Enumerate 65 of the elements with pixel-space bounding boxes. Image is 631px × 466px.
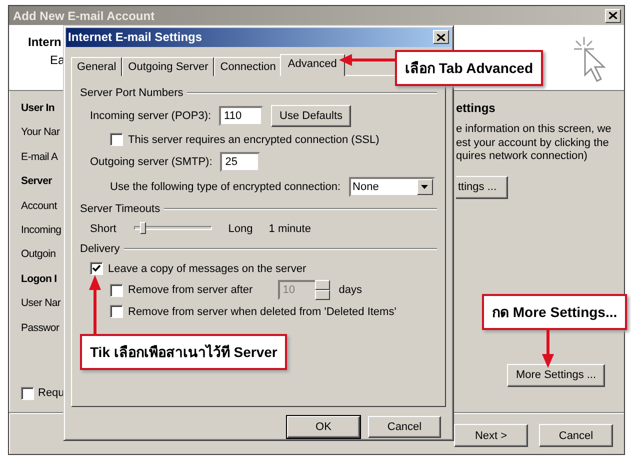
- description-text: quires network connection): [456, 150, 588, 164]
- checkbox-label: This server requires an encrypted connection (SSL): [128, 134, 380, 146]
- annotation-callout: กด More Settings...: [482, 294, 628, 330]
- caret-icon: [421, 184, 428, 189]
- timeout-reading: 1 minute: [268, 222, 311, 235]
- field-label: Incoming server (POP3):: [90, 110, 212, 122]
- field-label: Outgoing server (SMTP):: [90, 156, 212, 168]
- annotation-callout: เลือก Tab Advanced: [395, 50, 544, 86]
- field-label: Incoming: [21, 222, 62, 238]
- checkbox[interactable]: [21, 386, 34, 400]
- dialog-title: Internet E-mail Settings: [68, 30, 202, 44]
- section-heading: Logon I: [21, 272, 57, 287]
- section-heading: ettings: [456, 101, 496, 117]
- section-heading: User In: [21, 101, 54, 116]
- section-heading: Server: [21, 174, 52, 190]
- group-heading: Delivery: [80, 242, 120, 255]
- field-label: Use the following type of encrypted connection:: [110, 180, 341, 193]
- more-settings-button[interactable]: More Settings ...: [507, 364, 605, 386]
- window-title: Add New E-mail Account: [13, 8, 155, 22]
- checkbox[interactable]: [90, 262, 103, 276]
- incoming-port-field[interactable]: 110: [219, 106, 264, 126]
- field-label: User Nar: [21, 296, 61, 312]
- checkbox-label: Remove from server after: [128, 284, 253, 296]
- test-settings-button[interactable]: ttings ...: [456, 176, 508, 198]
- encryption-dropdown[interactable]: None: [348, 176, 435, 197]
- field-label: Your Nar: [21, 125, 60, 140]
- field-label: Outgoin: [21, 247, 56, 262]
- unit-label: days: [338, 284, 362, 296]
- group-heading: Server Port Numbers: [80, 86, 184, 99]
- checkbox[interactable]: [110, 305, 123, 318]
- tab[interactable]: General: [71, 56, 122, 76]
- checkbox[interactable]: [110, 284, 123, 297]
- description-text: e information on this screen, we: [456, 123, 612, 136]
- ok-button[interactable]: OK: [287, 416, 360, 438]
- field-label: Passwor: [21, 320, 60, 336]
- close-button[interactable]: [605, 8, 621, 22]
- close-button[interactable]: [433, 30, 449, 44]
- description-text: est your account by clicking the: [456, 136, 609, 150]
- field-label: E-mail A: [21, 150, 58, 165]
- checkbox-label: Remove from server when deleted from 'Deleted Items': [128, 306, 396, 318]
- outgoing-port-field[interactable]: 25: [220, 152, 260, 172]
- header-title: Intern: [28, 35, 62, 49]
- close-icon: [437, 34, 445, 41]
- cancel-button[interactable]: Cancel: [539, 424, 613, 447]
- pointer-arrow: [542, 328, 554, 368]
- tab[interactable]: Advanced: [280, 54, 345, 76]
- cancel-button[interactable]: Cancel: [368, 416, 441, 438]
- slider-thumb[interactable]: [140, 222, 146, 234]
- group-heading: Server Timeouts: [80, 202, 160, 215]
- pointer-arrow: [89, 275, 101, 336]
- use-defaults-button[interactable]: Use Defaults: [271, 104, 352, 127]
- annotation-callout: Tik เลือกเพือสาเนาไว้ที Server: [80, 334, 288, 370]
- checkbox[interactable]: [110, 133, 123, 146]
- slider-label: Short: [90, 222, 116, 235]
- checkbox-label: Leave a copy of messages on the server: [108, 262, 306, 275]
- checkbox-label: Requ: [38, 387, 64, 400]
- tab[interactable]: Outgoing Server: [122, 56, 214, 76]
- spin-buttons[interactable]: [314, 280, 330, 300]
- slider-label: Long: [228, 222, 253, 235]
- close-icon: [609, 12, 617, 19]
- pointer-arrow: [339, 54, 397, 66]
- next-button[interactable]: Next >: [454, 424, 528, 447]
- timeout-slider[interactable]: [134, 222, 212, 236]
- field-label: Account: [21, 198, 57, 214]
- tab[interactable]: Connection: [214, 56, 282, 76]
